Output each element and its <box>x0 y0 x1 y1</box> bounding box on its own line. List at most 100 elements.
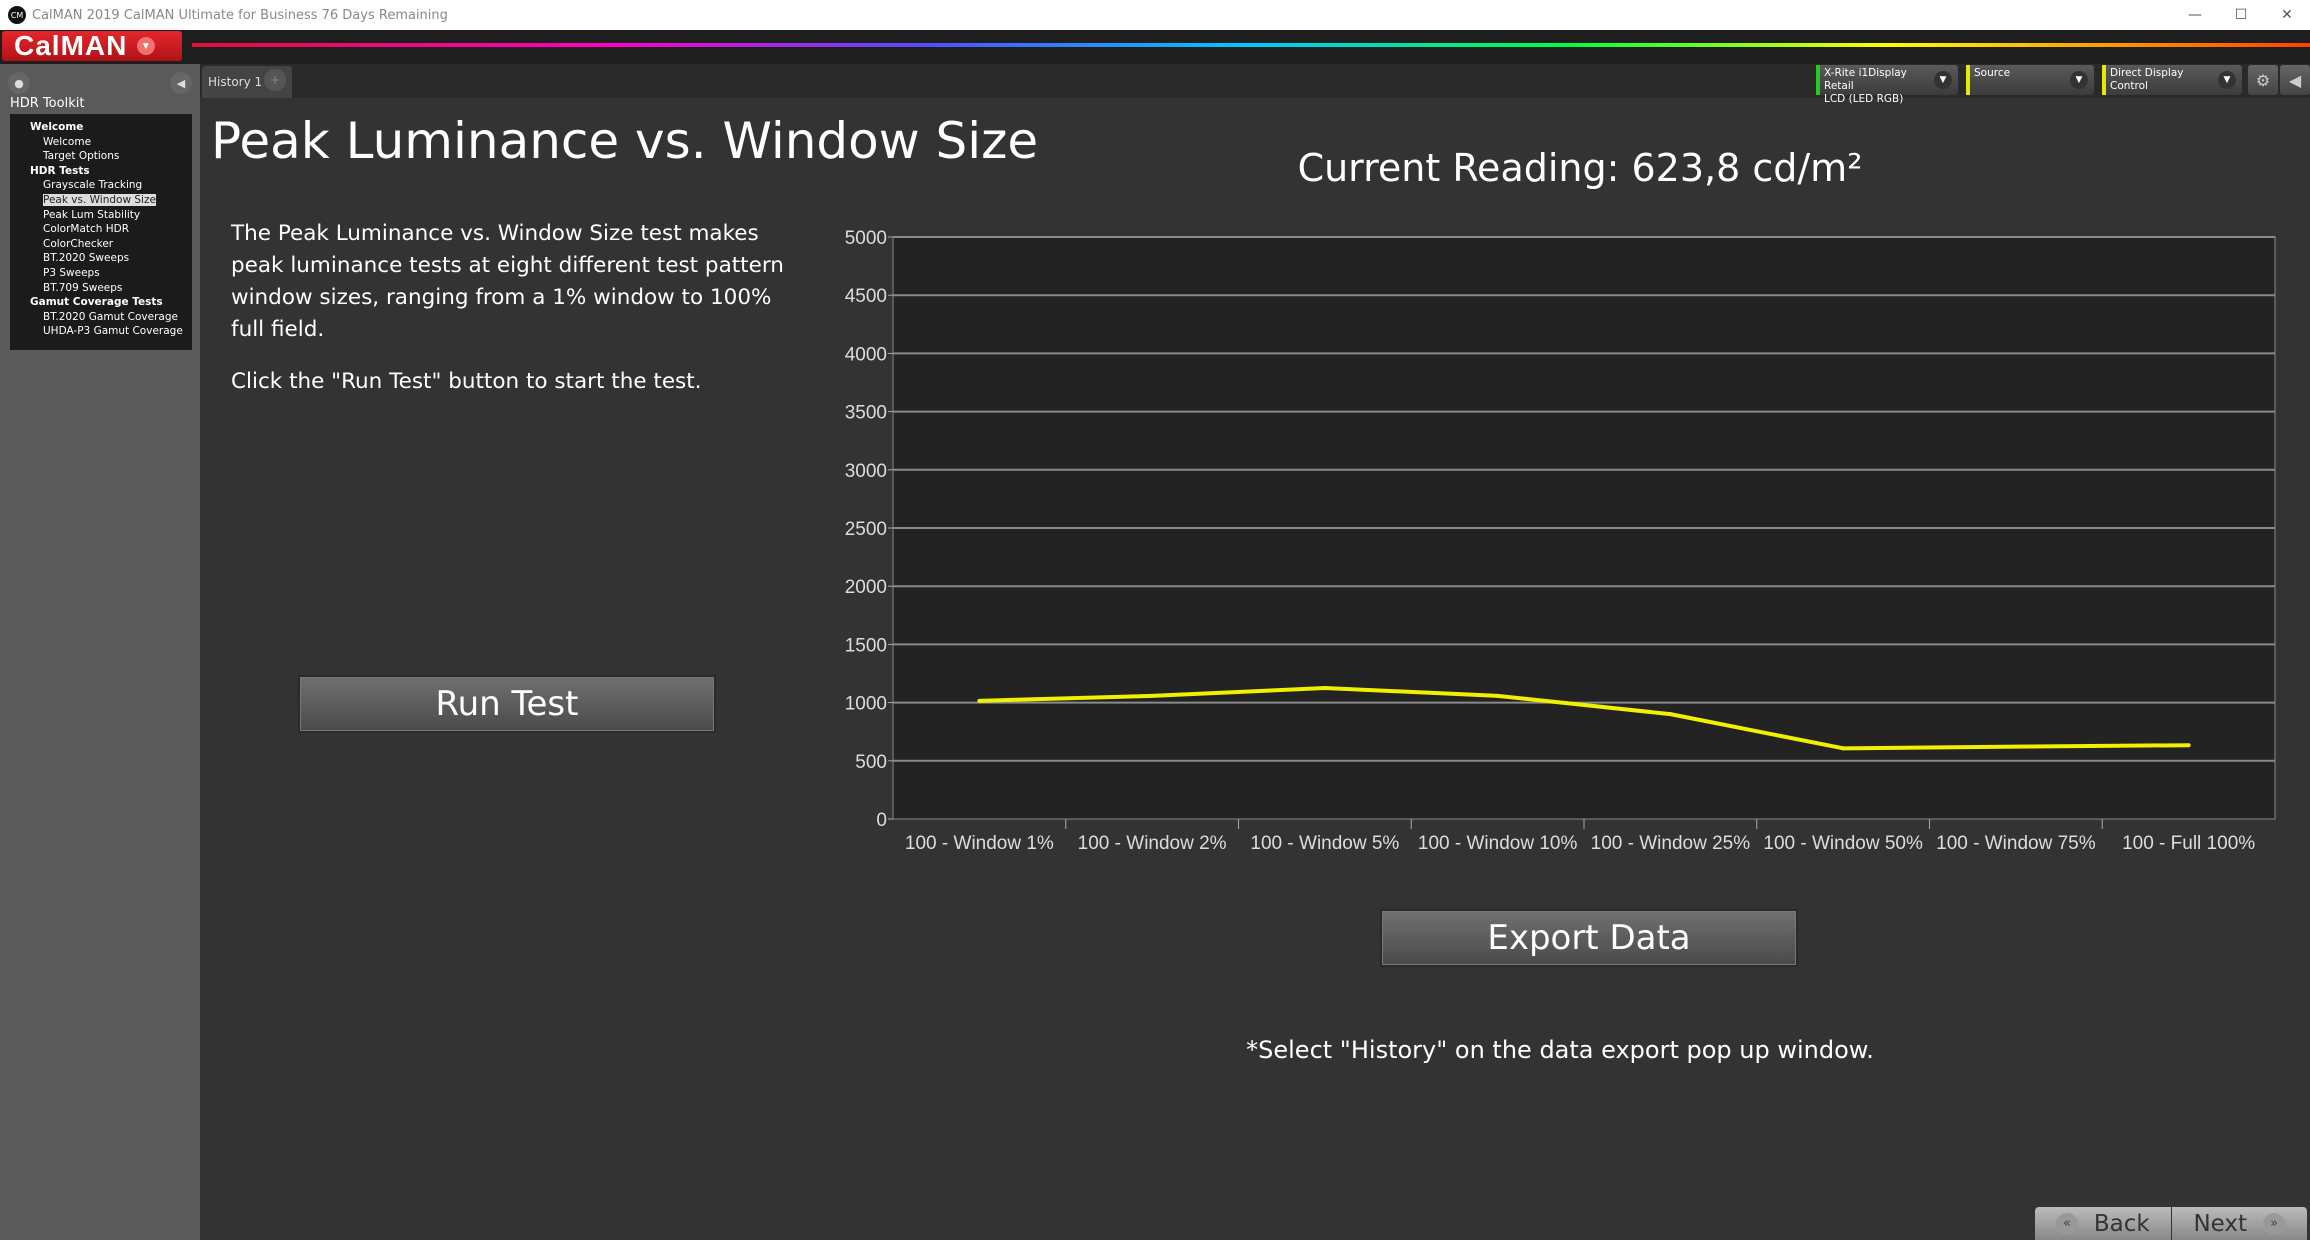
tree-item[interactable]: Grayscale Tracking <box>10 178 192 193</box>
meter-name: X-Rite i1Display Retail <box>1824 67 1907 92</box>
data-point <box>1668 712 1673 717</box>
tree-item-label: Gamut Coverage Tests <box>30 296 163 309</box>
source-label: Source <box>1974 67 2011 79</box>
back-button[interactable]: « Back <box>2035 1207 2171 1240</box>
tree-item-label: UHDA-P3 Gamut Coverage <box>43 325 183 338</box>
data-point <box>1322 686 1327 691</box>
description: The Peak Luminance vs. Window Size test … <box>231 218 801 398</box>
add-tab-button[interactable]: + <box>264 69 286 91</box>
x-tick-label: 100 - Window 5% <box>1250 833 1399 854</box>
tree-item-label: Welcome <box>43 135 92 148</box>
sidebar-title: HDR Toolkit <box>10 96 85 111</box>
data-point <box>1495 693 1500 698</box>
pin-icon[interactable]: ● <box>8 72 30 94</box>
display-control-label: Direct Display Control <box>2110 67 2184 92</box>
y-tick-label: 2000 <box>845 577 887 598</box>
y-tick-label: 1500 <box>845 635 887 656</box>
tree-item[interactable]: Peak Lum Stability <box>10 208 192 223</box>
chevron-down-icon: ▼ <box>2070 71 2088 89</box>
meter-selector[interactable]: X-Rite i1Display Retail LCD (LED RGB) ▼ <box>1816 65 1958 105</box>
run-test-button[interactable]: Run Test <box>298 675 716 733</box>
tree-item-label: Peak vs. Window Size <box>43 193 156 206</box>
next-button[interactable]: Next » <box>2170 1207 2308 1240</box>
app-header: CalMAN ▼ <box>0 30 2310 64</box>
x-tick-label: 100 - Window 25% <box>1591 833 1751 854</box>
wizard-nav: « Back Next » <box>2035 1207 2307 1240</box>
collapse-sidebar-button[interactable]: ◀ <box>170 72 192 94</box>
minimize-button[interactable]: — <box>2172 0 2218 30</box>
y-tick-label: 1000 <box>845 694 887 715</box>
y-tick-label: 4500 <box>845 286 887 307</box>
tree-group[interactable]: Gamut Coverage Tests <box>10 295 192 310</box>
tab-label: History 1 <box>208 75 263 89</box>
data-point <box>977 698 982 703</box>
display-control-selector[interactable]: Direct Display Control ▼ <box>2102 65 2242 95</box>
tree-item[interactable]: Welcome <box>10 135 192 150</box>
tree-item-label: HDR Tests <box>30 164 90 177</box>
double-chevron-left-icon: « <box>2055 1212 2078 1235</box>
tab-bar: History 1 + X-Rite i1Display Retail LCD (… <box>200 64 2310 105</box>
logo-text: CalMAN <box>14 30 128 61</box>
tree-item[interactable]: Target Options <box>10 149 192 164</box>
chevron-down-icon: ▼ <box>1934 71 1952 89</box>
tree-item[interactable]: BT.709 Sweeps <box>10 281 192 296</box>
tree-item[interactable]: ColorChecker <box>10 237 192 252</box>
instruction-text: Click the "Run Test" button to start the… <box>231 369 702 394</box>
x-tick-label: 100 - Window 1% <box>905 833 1054 854</box>
tree-item[interactable]: P3 Sweeps <box>10 266 192 281</box>
close-button[interactable]: ✕ <box>2264 0 2310 30</box>
export-data-button[interactable]: Export Data <box>1380 909 1798 967</box>
rainbow-bar <box>192 43 2310 47</box>
tree-item-label: P3 Sweeps <box>43 266 100 279</box>
tree-group[interactable]: HDR Tests <box>10 164 192 179</box>
tree-item-label: ColorMatch HDR <box>43 223 130 236</box>
data-point <box>2013 744 2018 749</box>
tree-item[interactable]: BT.2020 Gamut Coverage <box>10 310 192 325</box>
meter-mode: LCD (LED RGB) <box>1824 93 1904 105</box>
y-tick-label: 3000 <box>845 461 887 482</box>
tree-item[interactable]: UHDA-P3 Gamut Coverage <box>10 324 192 339</box>
tree-item-label: Grayscale Tracking <box>43 179 143 192</box>
y-tick-label: 4000 <box>845 344 887 365</box>
maximize-button[interactable]: ☐ <box>2218 0 2264 30</box>
x-tick-label: 100 - Full 100% <box>2122 833 2255 854</box>
tree-item-label: Peak Lum Stability <box>43 208 141 221</box>
description-text: The Peak Luminance vs. Window Size test … <box>231 221 784 342</box>
y-tick-label: 3500 <box>845 403 887 424</box>
x-tick-label: 100 - Window 50% <box>1763 833 1923 854</box>
data-point <box>1150 693 1155 698</box>
current-reading: Current Reading: 623,8 cd/m² <box>1297 146 1863 190</box>
tree-item-label: BT.709 Sweeps <box>43 281 123 294</box>
collapse-right-button[interactable]: ◀ <box>2280 65 2310 95</box>
double-chevron-right-icon: » <box>2263 1212 2286 1235</box>
data-point <box>1841 746 1846 751</box>
x-tick-label: 100 - Window 10% <box>1418 833 1578 854</box>
source-selector[interactable]: Source ▼ <box>1966 65 2094 95</box>
tree-item-label: BT.2020 Sweeps <box>43 252 130 265</box>
tree-item-label: BT.2020 Gamut Coverage <box>43 310 178 323</box>
tree-item[interactable]: ColorMatch HDR <box>10 222 192 237</box>
y-tick-label: 500 <box>855 752 887 773</box>
workflow-tree: Welcome Welcome Target Options HDR Tests Gra… <box>10 114 192 350</box>
data-point <box>2186 743 2191 748</box>
sidebar: ● ◀ HDR Toolkit Welcome Welcome Target Opt… <box>0 64 200 1240</box>
x-tick-label: 100 - Window 75% <box>1936 833 2096 854</box>
window-title: CalMAN 2019 CalMAN Ultimate for Business… <box>32 7 448 23</box>
tree-group[interactable]: Welcome <box>10 120 192 135</box>
chevron-down-icon: ▼ <box>2218 71 2236 89</box>
y-tick-label: 0 <box>876 810 887 831</box>
export-note: *Select "History" on the data export pop… <box>1246 1036 1874 1064</box>
window-titlebar: CM CalMAN 2019 CalMAN Ultimate for Busin… <box>0 0 2310 30</box>
x-tick-label: 100 - Window 2% <box>1078 833 1227 854</box>
tree-item[interactable]: Peak vs. Window Size <box>10 193 192 208</box>
calman-menu-button[interactable]: CalMAN ▼ <box>2 30 182 61</box>
chevron-down-icon: ▼ <box>137 37 156 55</box>
tree-item-label: ColorChecker <box>43 237 114 250</box>
back-label: Back <box>2093 1210 2150 1237</box>
page-title: Peak Luminance vs. Window Size <box>211 112 1039 170</box>
y-tick-label: 2500 <box>845 519 887 540</box>
tree-item-label: Welcome <box>30 121 84 133</box>
peak-luminance-chart: 0 500 1000 1500 2000 2500 3000 3500 4000 4500 5000… <box>845 228 2276 854</box>
gear-icon[interactable]: ⚙ <box>2248 65 2278 95</box>
tree-item[interactable]: BT.2020 Sweeps <box>10 251 192 266</box>
